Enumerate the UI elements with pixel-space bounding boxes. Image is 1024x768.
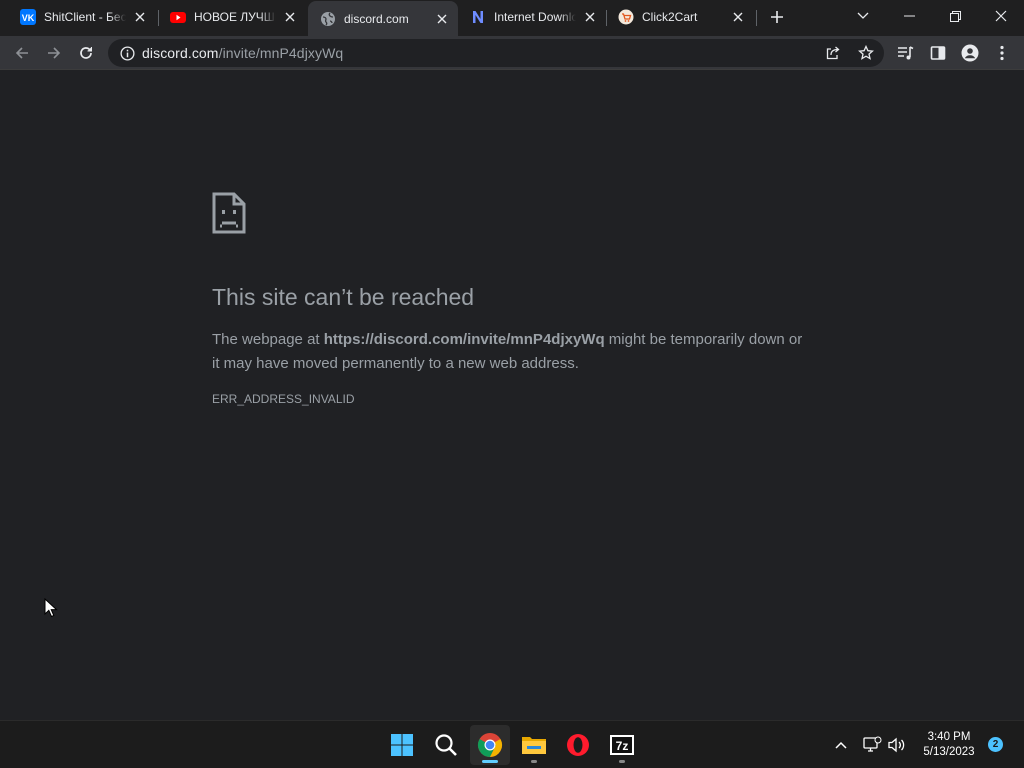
close-icon[interactable]	[282, 9, 298, 25]
start-icon	[391, 734, 413, 756]
side-panel-button[interactable]	[924, 39, 952, 67]
error-title: This site can’t be reached	[212, 284, 475, 310]
svg-text:VK: VK	[22, 13, 35, 23]
sad-document-icon	[212, 192, 246, 234]
back-arrow-icon	[15, 47, 28, 59]
info-icon[interactable]	[118, 44, 136, 62]
share-icon[interactable]	[824, 44, 842, 62]
opera-icon	[567, 734, 589, 756]
tab-title: ShitClient - Бесп	[44, 10, 126, 24]
profile-avatar-icon	[961, 44, 979, 62]
volume-icon	[888, 737, 905, 753]
tab-search-button[interactable]	[840, 0, 886, 32]
plus-icon	[771, 11, 783, 23]
media-control-button[interactable]	[892, 39, 920, 67]
close-icon	[995, 10, 1007, 22]
taskbar: 7z 3:40 PM 5/13/2023	[0, 720, 1024, 768]
address-bar[interactable]: discord.com/invite/mnP4djxyWq	[108, 39, 884, 67]
url-path: /invite/mnP4djxyWq	[218, 45, 344, 61]
reload-button[interactable]	[72, 39, 100, 67]
close-icon[interactable]	[132, 9, 148, 25]
tab-shitclient[interactable]: VK ShitClient - Бесп	[8, 0, 156, 34]
tab-youtube[interactable]: НОВОЕ ЛУЧШЕЕ	[158, 0, 306, 34]
kebab-menu-icon	[1000, 45, 1004, 61]
tab-strip: VK ShitClient - Бесп НОВОЕ ЛУЧШЕЕ discor…	[0, 0, 1024, 36]
error-code: ERR_ADDRESS_INVALID	[212, 392, 355, 406]
tab-title: discord.com	[344, 11, 409, 26]
network-icon	[863, 736, 882, 752]
chevron-up-icon	[835, 741, 847, 749]
chevron-down-icon	[857, 12, 869, 19]
search-icon	[435, 734, 457, 756]
click2cart-icon	[618, 9, 634, 25]
close-icon[interactable]	[434, 11, 450, 27]
menu-button[interactable]	[988, 39, 1016, 67]
error-url: https://discord.com/invite/mnP4djxyWq	[323, 331, 605, 348]
running-indicator	[531, 760, 537, 763]
close-icon[interactable]	[730, 9, 746, 25]
forward-button[interactable]	[40, 39, 68, 67]
vk-icon: VK	[20, 9, 36, 25]
globe-icon	[320, 11, 336, 27]
media-queue-icon	[898, 46, 914, 60]
tab-title: Click2Cart	[642, 10, 698, 24]
chrome-icon	[477, 733, 503, 757]
clock-time: 3:40 PM	[927, 731, 971, 743]
tab-click2cart[interactable]: Click2Cart	[606, 0, 754, 34]
error-desc-prefix: The webpage at	[212, 331, 324, 348]
active-indicator	[482, 760, 498, 763]
youtube-icon	[170, 9, 186, 25]
minimize-button[interactable]	[886, 0, 932, 32]
notification-badge[interactable]: 2	[988, 737, 1003, 752]
minimize-icon	[903, 15, 915, 17]
clock-date: 5/13/2023	[923, 746, 975, 758]
bookmark-star-icon[interactable]	[857, 44, 875, 62]
taskbar-clock[interactable]: 3:40 PM 5/13/2023	[912, 730, 986, 760]
start-button[interactable]	[382, 725, 422, 765]
url-text: discord.com/invite/mnP4djxyWq	[142, 45, 343, 61]
restore-icon	[949, 10, 961, 22]
browser-toolbar: discord.com/invite/mnP4djxyWq	[0, 36, 1024, 70]
7zip-label: 7z	[616, 739, 629, 753]
taskbar-7zip[interactable]: 7z	[602, 725, 642, 765]
tab-discord[interactable]: discord.com	[308, 1, 458, 36]
restore-button[interactable]	[932, 0, 978, 32]
volume-button[interactable]	[886, 733, 908, 757]
close-window-button[interactable]	[978, 0, 1024, 32]
taskbar-search-button[interactable]	[426, 725, 466, 765]
taskbar-chrome[interactable]	[470, 725, 510, 765]
tab-title: НОВОЕ ЛУЧШЕЕ	[194, 10, 276, 24]
close-icon[interactable]	[582, 9, 598, 25]
tab-internet-download[interactable]: Internet Download	[458, 0, 606, 34]
error-description: The webpage at https://discord.com/invit…	[212, 328, 812, 376]
7zip-icon: 7z	[610, 735, 634, 755]
running-indicator	[619, 760, 625, 763]
forward-arrow-icon	[48, 47, 61, 59]
tab-title: Internet Download	[494, 10, 576, 24]
n-logo-icon	[470, 9, 486, 25]
taskbar-file-explorer[interactable]	[514, 725, 554, 765]
show-hidden-icons-button[interactable]	[830, 733, 852, 757]
network-button[interactable]	[861, 733, 883, 757]
tab-separator	[756, 10, 757, 26]
profile-button[interactable]	[956, 39, 984, 67]
reload-icon	[80, 47, 92, 59]
new-tab-button[interactable]	[766, 6, 788, 28]
back-button[interactable]	[8, 39, 36, 67]
mouse-cursor-icon	[44, 597, 58, 618]
taskbar-opera[interactable]	[558, 725, 598, 765]
url-host: discord.com	[142, 45, 219, 61]
file-explorer-icon	[522, 737, 546, 754]
side-panel-icon	[930, 46, 946, 60]
